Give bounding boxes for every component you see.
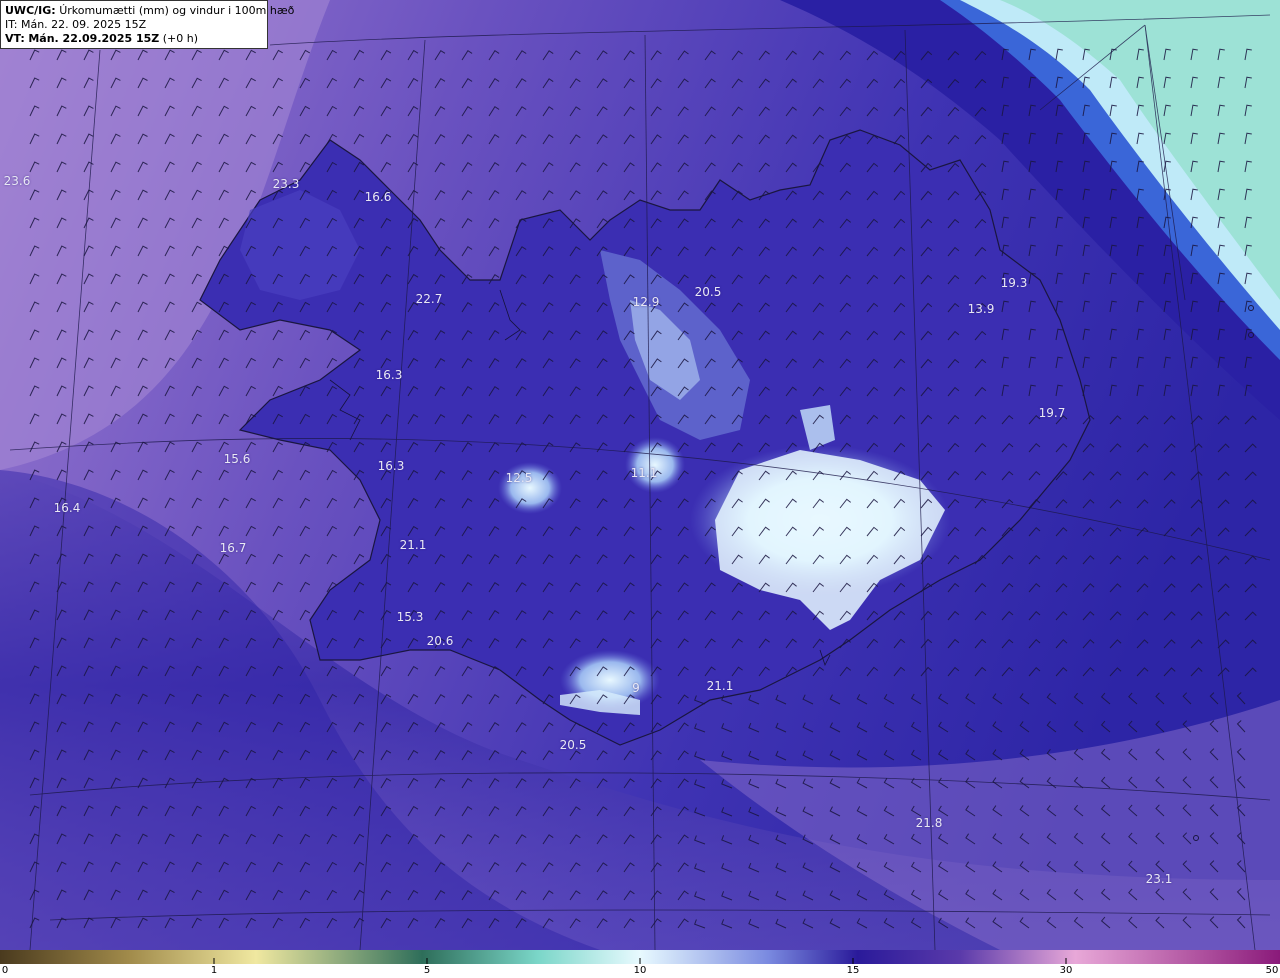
value-label: 11.1: [630, 466, 658, 480]
valid-offset: (+0 h): [162, 32, 199, 45]
legend-tick-label: 0: [1, 965, 9, 976]
value-label: 16.3: [375, 368, 403, 382]
value-label: 15.3: [396, 610, 424, 624]
value-label: 16.3: [377, 459, 405, 473]
value-label: 20.6: [426, 634, 454, 648]
value-label: 12.9: [632, 295, 660, 309]
value-label: 12.5: [505, 471, 533, 485]
legend-tick-label: 15: [846, 965, 860, 976]
value-label: 16.7: [219, 541, 247, 555]
value-label: 16.4: [53, 501, 81, 515]
value-label: 21.1: [706, 679, 734, 693]
value-label: 15.6: [223, 452, 251, 466]
legend-tick-label: 30: [1059, 965, 1073, 976]
value-label: 19.3: [1000, 276, 1028, 290]
value-label: 13.9: [967, 302, 995, 316]
valid-time-label: VT:: [5, 32, 25, 45]
map-title: Úrkomumætti (mm) og vindur i 100m hæð: [59, 4, 295, 17]
legend-tick-label: 5: [423, 965, 431, 976]
product-code: UWC/IG:: [5, 4, 56, 17]
init-time: IT: Mán. 22. 09. 2025 15Z: [5, 18, 147, 31]
langjokull-ice: [498, 462, 562, 514]
map-info-box: UWC/IG: Úrkomumætti (mm) og vindur i 100…: [0, 0, 294, 49]
value-label: 16.6: [364, 190, 392, 204]
valid-time: Mán. 22.09.2025 15Z: [28, 32, 160, 45]
value-label: 20.5: [694, 285, 722, 299]
valid-time-line: VT: Mán. 22.09.2025 15Z (+0 h): [5, 32, 263, 46]
value-label: 23.3: [272, 177, 300, 191]
value-label: 9: [632, 681, 640, 695]
value-label: 23.6: [3, 174, 31, 188]
legend-tick-label: 50: [1265, 965, 1279, 976]
value-label: 23.1: [1145, 872, 1173, 886]
value-label: 21.1: [399, 538, 427, 552]
value-label: 20.5: [559, 738, 587, 752]
legend-tick-label: 1: [210, 965, 218, 976]
info-title-line: UWC/IG: Úrkomumætti (mm) og vindur i 100…: [5, 4, 294, 18]
legend-tick-label: 10: [633, 965, 647, 976]
value-label: 21.8: [915, 816, 943, 830]
value-label: 22.7: [415, 292, 443, 306]
legend-colorbar: [0, 950, 1280, 964]
value-label: 19.7: [1038, 406, 1066, 420]
